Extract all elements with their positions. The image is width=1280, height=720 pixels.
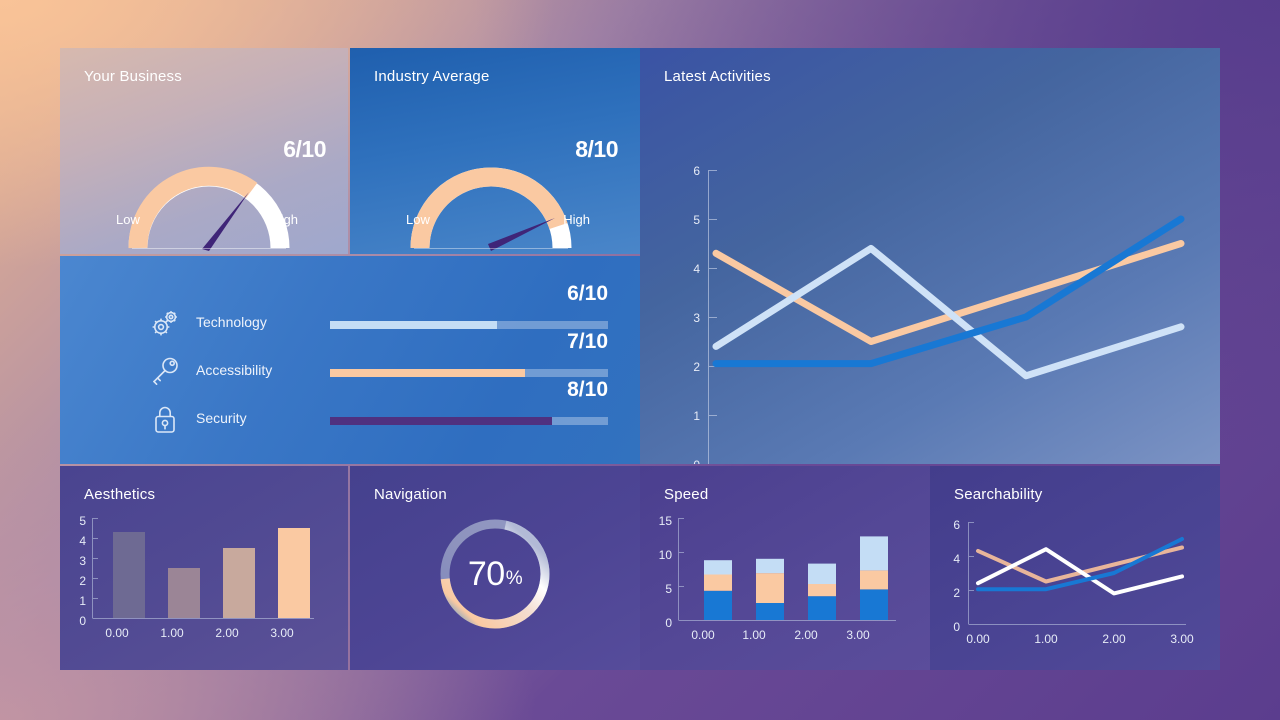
panel-title-speed: Speed — [664, 486, 709, 503]
speed-y-tick-5: 5 — [665, 582, 672, 596]
score-row-accessibility[interactable]: Accessibility 7/10 — [60, 330, 640, 396]
stack-2 — [808, 563, 836, 620]
bar-chart-aesthetics — [92, 518, 314, 619]
donut-center-label-navigation: 70% — [436, 504, 554, 644]
y-tick-4: 4 — [693, 262, 700, 276]
aesthetics-y-tick-1: 1 — [79, 594, 86, 608]
stack-3 — [860, 536, 888, 620]
search-y-tick-4: 4 — [953, 552, 960, 566]
panel-title-searchability: Searchability — [954, 486, 1043, 503]
score-bar-fill-technology — [330, 321, 497, 329]
score-bar-track-technology — [330, 321, 608, 329]
bar-2 — [223, 548, 255, 618]
dashboard: Your Business 6/10 Low High Industry Ave… — [0, 0, 1280, 720]
aesthetics-y-tick-4: 4 — [79, 534, 86, 548]
panel-title-latest-activities: Latest Activities — [664, 68, 771, 85]
panel-your-business: Your Business 6/10 Low High — [60, 48, 348, 254]
aesthetics-x-tick-3: 3.00 — [270, 626, 294, 640]
panel-aesthetics: Aesthetics 5 4 3 2 1 0 0.00 1.00 2.00 3.… — [60, 466, 348, 670]
gauge-your-business — [128, 166, 290, 251]
score-bar-track-accessibility — [330, 369, 608, 377]
search-y-tick-6: 6 — [953, 518, 960, 532]
series-orange — [712, 240, 1185, 345]
stack-2-orange — [808, 584, 836, 597]
panel-navigation: Navigation 70 % — [350, 466, 640, 670]
industry-average-score: 8/10 — [575, 136, 618, 162]
y-tick-5: 5 — [693, 213, 700, 227]
y-tick-3: 3 — [693, 311, 700, 325]
speed-x-tick-3: 3.00 — [846, 628, 870, 642]
line-chart-searchability — [968, 522, 1186, 625]
panel-searchability: Searchability 6 4 2 0 0.00 1.00 2.00 3.0… — [930, 466, 1220, 670]
search-x-tick-3: 3.00 — [1170, 632, 1194, 646]
panel-title-navigation: Navigation — [374, 486, 447, 503]
gauge-industry-average — [410, 167, 572, 251]
panel-speed: Speed 15 10 5 0 0.00 1.00 2.00 3.00 — [640, 466, 930, 670]
score-label-technology: Technology — [196, 314, 267, 330]
stack-1-blue — [756, 603, 784, 620]
aesthetics-y-tick-2: 2 — [79, 574, 86, 588]
bar-3 — [278, 528, 310, 618]
panel-category-scores: Technology 6/10 Accessibility 7/10 Secur… — [60, 256, 640, 464]
gauge-needle — [202, 192, 249, 251]
score-bar-track-security — [330, 417, 608, 425]
score-label-security: Security — [196, 410, 247, 426]
gauge-label-low-industry: Low — [406, 212, 430, 227]
y-tick-0: 0 — [678, 458, 700, 464]
speed-y-tick-10: 10 — [658, 548, 672, 562]
stack-0-blue — [704, 590, 732, 620]
stack-3-lightblue — [860, 536, 888, 571]
gears-icon — [152, 311, 177, 336]
score-value-accessibility: 7/10 — [567, 330, 608, 353]
gauge-label-low-business: Low — [116, 212, 140, 227]
gauge-needle — [488, 218, 555, 251]
key-icon — [153, 357, 178, 385]
score-bar-fill-accessibility — [330, 369, 525, 377]
gauge-label-high-industry: High — [563, 212, 590, 227]
stack-0-orange — [704, 574, 732, 591]
aesthetics-y-tick-5: 5 — [79, 514, 86, 528]
padlock-icon — [155, 406, 175, 433]
score-row-security[interactable]: Security 8/10 — [60, 378, 640, 444]
score-row-technology[interactable]: Technology 6/10 — [60, 282, 640, 348]
stack-2-blue — [808, 596, 836, 620]
bar-1 — [168, 568, 200, 618]
gauge-label-high-business: High — [271, 212, 298, 227]
donut-wrap-navigation: 70% — [436, 504, 554, 644]
stack-2-lightblue — [808, 563, 836, 584]
speed-y-tick-15: 15 — [658, 514, 672, 528]
y-tick-6: 6 — [693, 164, 700, 178]
donut-value-navigation: 70 — [467, 554, 505, 593]
stack-1-lightblue — [756, 558, 784, 574]
stack-0-lightblue — [704, 560, 732, 575]
y-tick-2: 2 — [693, 360, 700, 374]
stack-3-blue — [860, 589, 888, 620]
panel-title-industry-average: Industry Average — [374, 68, 490, 85]
stacked-bar-chart-speed — [678, 518, 896, 621]
panel-industry-average: Industry Average 8/10 Low High — [350, 48, 640, 254]
panel-latest-activities: Latest Activities 6 5 4 3 2 1 0 — [640, 48, 1220, 464]
stack-1-orange — [756, 573, 784, 603]
panel-title-aesthetics: Aesthetics — [84, 486, 156, 503]
stack-0 — [704, 560, 732, 620]
panel-title-your-business: Your Business — [84, 68, 182, 85]
bar-0 — [113, 532, 145, 618]
score-bar-fill-security — [330, 417, 553, 425]
stack-3-orange — [860, 570, 888, 590]
score-value-technology: 6/10 — [567, 282, 608, 305]
gauge-value-arc — [410, 167, 568, 249]
y-tick-1: 1 — [693, 409, 700, 423]
score-label-accessibility: Accessibility — [196, 362, 273, 378]
aesthetics-y-tick-3: 3 — [79, 554, 86, 568]
line-chart-latest-activities — [708, 170, 1185, 464]
stack-1 — [756, 558, 784, 620]
search-y-tick-2: 2 — [953, 586, 960, 600]
donut-unit-navigation: % — [505, 567, 523, 589]
score-value-security: 8/10 — [567, 378, 608, 401]
